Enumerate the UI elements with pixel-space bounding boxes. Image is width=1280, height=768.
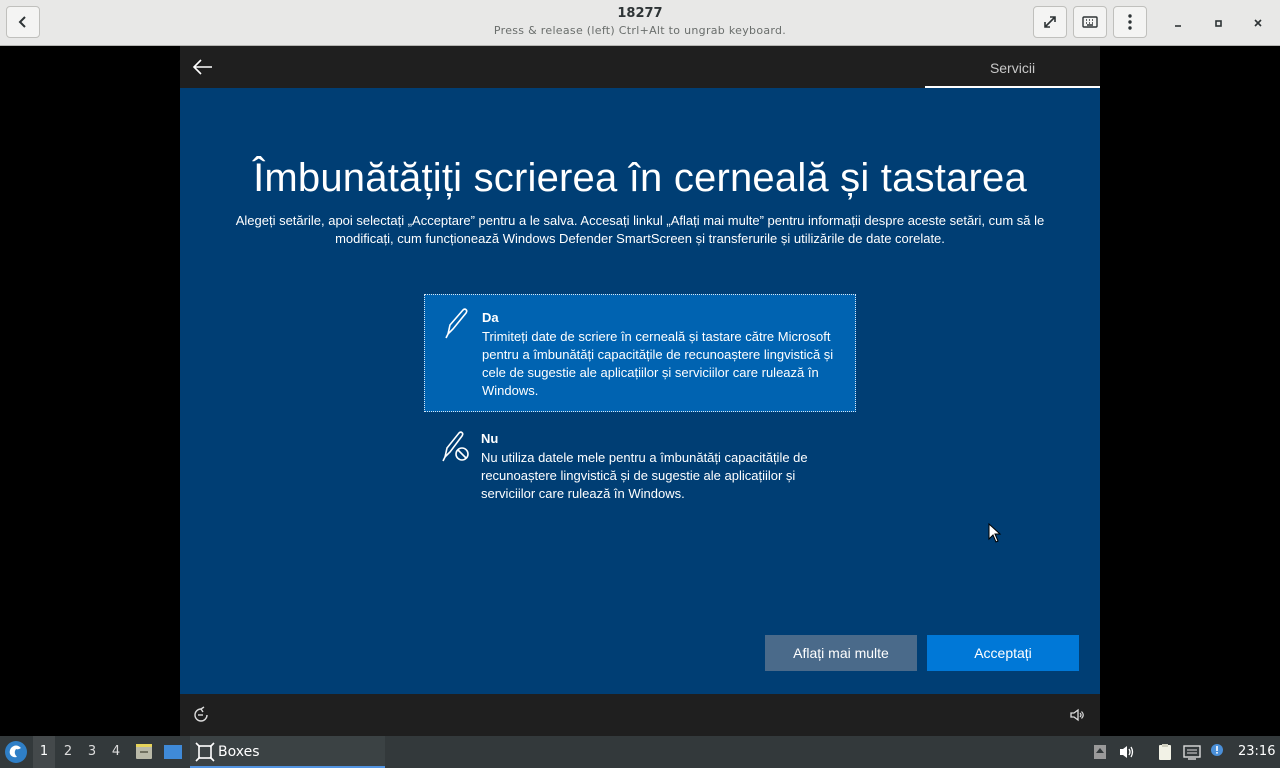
oobe-step-label: Servicii [925, 46, 1100, 88]
workspace-3[interactable]: 3 [81, 736, 103, 768]
update-notification-icon[interactable] [1208, 743, 1226, 761]
arrow-left-icon[interactable] [192, 56, 214, 78]
volume-tray-icon[interactable] [1118, 743, 1136, 761]
option-no[interactable]: Nu Nu utiliza datele mele pentru a îmbun… [424, 418, 856, 508]
page-description: Alegeți setările, apoi selectați „Accept… [235, 213, 1045, 246]
ease-of-access-icon[interactable] [192, 706, 210, 724]
network-icon[interactable] [1183, 743, 1201, 761]
boxes-header-bar: 18277 Press & release (left) Ctrl+Alt to… [0, 0, 1280, 46]
pen-icon [445, 308, 468, 339]
keyboard-button[interactable] [1073, 6, 1107, 38]
accept-button[interactable]: Acceptați [927, 635, 1079, 671]
oobe-top-bar: Servicii [180, 46, 1100, 88]
host-taskbar: 1 2 3 4 Boxes 23:16 [0, 736, 1280, 768]
maximize-icon [1215, 20, 1222, 27]
vertical-dots-icon [1128, 14, 1132, 30]
show-desktop-icon[interactable] [163, 742, 183, 762]
tray-up-arrow-icon[interactable] [1091, 743, 1109, 761]
close-button[interactable] [1246, 11, 1270, 35]
maximize-button[interactable] [1206, 11, 1230, 35]
option-no-heading: Nu [481, 431, 499, 446]
workspace-2[interactable]: 2 [57, 736, 79, 768]
vm-display[interactable]: Servicii Îmbunătățiți scrierea în cernea… [180, 46, 1100, 736]
option-yes[interactable]: Da Trimiteți date de scriere în cerneală… [424, 294, 856, 412]
option-yes-body: Trimiteți date de scriere în cerneală și… [482, 329, 834, 398]
option-no-body: Nu utiliza datele mele pentru a îmbunătă… [481, 450, 808, 501]
file-manager-icon[interactable] [134, 742, 154, 762]
taskbar-item-boxes[interactable]: Boxes [190, 736, 385, 768]
boxes-app-icon [195, 742, 215, 762]
page-title: Îmbunătățiți scrierea în cerneală și tas… [253, 156, 1027, 200]
minimize-button[interactable] [1166, 11, 1190, 35]
pen-blocked-icon [442, 431, 469, 462]
keyboard-icon [1082, 16, 1098, 28]
mouse-pointer-icon [988, 523, 1002, 543]
menu-button[interactable] [1113, 6, 1147, 38]
volume-icon[interactable] [1068, 706, 1086, 724]
fullscreen-icon [1044, 16, 1056, 28]
option-yes-heading: Da [482, 310, 499, 325]
taskbar-item-label: Boxes [218, 744, 260, 760]
fullscreen-button[interactable] [1033, 6, 1067, 38]
clock: 23:16 [1238, 744, 1276, 759]
workspace-1[interactable]: 1 [33, 736, 55, 768]
start-menu-icon[interactable] [4, 740, 28, 764]
workspace-4[interactable]: 4 [105, 736, 127, 768]
close-icon [1254, 19, 1262, 27]
learn-more-button[interactable]: Aflați mai multe [765, 635, 917, 671]
minimize-icon [1175, 25, 1181, 27]
clipboard-icon[interactable] [1156, 743, 1174, 761]
oobe-bottom-bar [180, 694, 1100, 736]
